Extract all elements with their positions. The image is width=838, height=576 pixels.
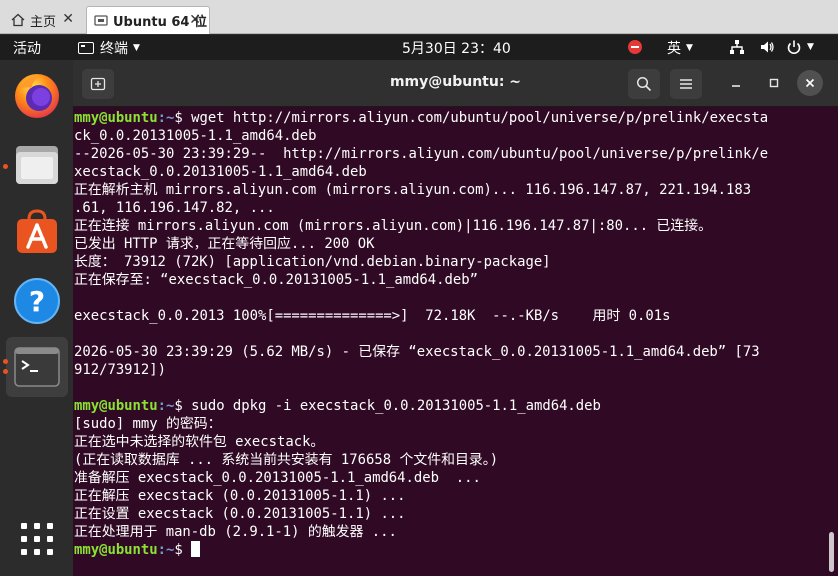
top-bar: 活动 终端 ▼ 5月30日 23：40 英 ▼ ▼ xyxy=(0,35,838,60)
prompt-line: mmy@ubuntu:~$ wget http://mirrors.aliyun… xyxy=(74,109,826,127)
output-line: 正在处理用于 man-db (2.9.1-1) 的触发器 ... xyxy=(74,524,397,540)
output-line: 正在连接 mirrors.aliyun.com (mirrors.aliyun.… xyxy=(74,218,712,234)
close-icon[interactable]: ✕ xyxy=(189,12,201,28)
dock-item-terminal[interactable] xyxy=(6,337,68,397)
prompt-command: $ xyxy=(174,542,192,558)
dock-item-files[interactable] xyxy=(6,134,68,196)
volume-icon[interactable] xyxy=(759,39,775,55)
output-line: ck_0.0.20131005-1.1_amd64.deb xyxy=(74,128,317,144)
terminal-icon xyxy=(14,347,60,387)
terminal-output: mmy@ubuntu:~$ wget http://mirrors.aliyun… xyxy=(74,109,826,559)
output-line: 912/73912]) xyxy=(74,362,166,378)
text-cursor xyxy=(191,541,201,557)
input-method-menu[interactable]: 英 ▼ xyxy=(667,38,693,58)
terminal-headerbar: mmy@ubuntu: ~ xyxy=(73,60,838,107)
menu-button[interactable] xyxy=(670,69,702,99)
prompt-path: :~ xyxy=(157,110,175,126)
show-apps-icon xyxy=(21,523,53,555)
prompt-user: mmy@ubuntu xyxy=(74,110,158,126)
host-tab-home-label: 主页 xyxy=(30,14,57,30)
network-icon[interactable] xyxy=(729,39,745,55)
output-line: 已发出 HTTP 请求，正在等待回应... 200 OK xyxy=(74,236,375,252)
running-indicator xyxy=(3,164,8,169)
prompt-path: :~ xyxy=(157,398,175,414)
search-icon xyxy=(636,76,652,92)
firefox-icon xyxy=(15,74,59,118)
output-line: 正在解压 execstack (0.0.20131005-1.1) ... xyxy=(74,488,406,504)
dock: ? xyxy=(0,60,73,576)
power-icon xyxy=(787,40,801,55)
prompt-command: $ sudo dpkg -i execstack_0.0.20131005-1.… xyxy=(174,398,601,414)
search-button[interactable] xyxy=(628,69,660,99)
output-line: 正在选中未选择的软件包 execstack。 xyxy=(74,434,325,450)
do-not-disturb-icon[interactable] xyxy=(627,39,643,55)
output-line: 正在设置 execstack (0.0.20131005-1.1) ... xyxy=(74,506,406,522)
chevron-down-icon: ▼ xyxy=(686,43,693,53)
host-tab-home[interactable]: 主页 ✕ xyxy=(4,6,82,34)
dock-item-software[interactable] xyxy=(6,200,68,262)
host-tab-strip: 主页 ✕ Ubuntu 64 位 ✕ xyxy=(0,0,838,34)
files-icon xyxy=(16,146,58,184)
output-line: (正在读取数据库 ... 系统当前共安装有 176658 个文件和目录。) xyxy=(74,452,499,468)
hamburger-icon xyxy=(680,79,692,89)
app-store-icon xyxy=(17,209,57,253)
prompt-user: mmy@ubuntu xyxy=(74,398,158,414)
output-line: --2026-05-30 23:39:29-- http://mirrors.a… xyxy=(74,146,769,162)
output-line: .61, 116.196.147.82, ... xyxy=(74,200,275,216)
vm-icon xyxy=(93,13,109,29)
scrollbar[interactable] xyxy=(829,532,834,572)
minimize-icon xyxy=(732,85,740,87)
output-line: 准备解压 execstack_0.0.20131005-1.1_amd64.de… xyxy=(74,470,481,486)
running-indicator xyxy=(3,369,8,374)
prompt-command: $ wget http://mirrors.aliyun.com/ubuntu/… xyxy=(174,110,769,126)
prompt-line: mmy@ubuntu:~$ sudo dpkg -i execstack_0.0… xyxy=(74,397,826,415)
output-line: 正在保存至: “execstack_0.0.20131005-1.1_amd64… xyxy=(74,272,478,288)
input-method-label: 英 xyxy=(667,41,681,57)
dock-item-show-apps[interactable] xyxy=(6,508,68,570)
prompt-path: :~ xyxy=(157,542,175,558)
close-icon[interactable]: ✕ xyxy=(62,11,74,27)
terminal-view[interactable]: mmy@ubuntu:~$ wget http://mirrors.aliyun… xyxy=(73,107,838,576)
minimize-button[interactable] xyxy=(723,70,749,96)
home-icon xyxy=(10,12,26,28)
svg-text:?: ? xyxy=(29,285,45,318)
dock-item-help[interactable]: ? xyxy=(6,270,68,332)
close-button[interactable] xyxy=(797,70,823,96)
maximize-icon xyxy=(769,78,779,88)
host-tab-vm[interactable]: Ubuntu 64 位 ✕ xyxy=(86,6,210,34)
prompt-user: mmy@ubuntu xyxy=(74,542,158,558)
output-line: 2026-05-30 23:39:29 (5.62 MB/s) - 已保存 “e… xyxy=(74,344,760,360)
help-icon: ? xyxy=(14,278,60,324)
dock-item-firefox[interactable] xyxy=(6,64,68,126)
output-line: execstack_0.0.2013 100%[==============>]… xyxy=(74,308,671,324)
output-line: [sudo] mmy 的密码： xyxy=(74,416,222,432)
power-menu[interactable]: ▼ xyxy=(786,39,814,55)
prompt-line: mmy@ubuntu:~$ xyxy=(74,541,826,559)
running-indicator xyxy=(3,359,8,364)
maximize-button[interactable] xyxy=(761,70,787,96)
system-tray: 英 ▼ ▼ xyxy=(0,35,838,60)
chevron-down-icon: ▼ xyxy=(807,42,814,52)
output-line: 正在解析主机 mirrors.aliyun.com (mirrors.aliyu… xyxy=(74,182,752,198)
close-icon xyxy=(805,78,815,88)
output-line: xecstack_0.0.20131005-1.1_amd64.deb xyxy=(74,164,367,180)
output-line: 长度： 73912 (72K) [application/vnd.debian.… xyxy=(74,254,551,270)
